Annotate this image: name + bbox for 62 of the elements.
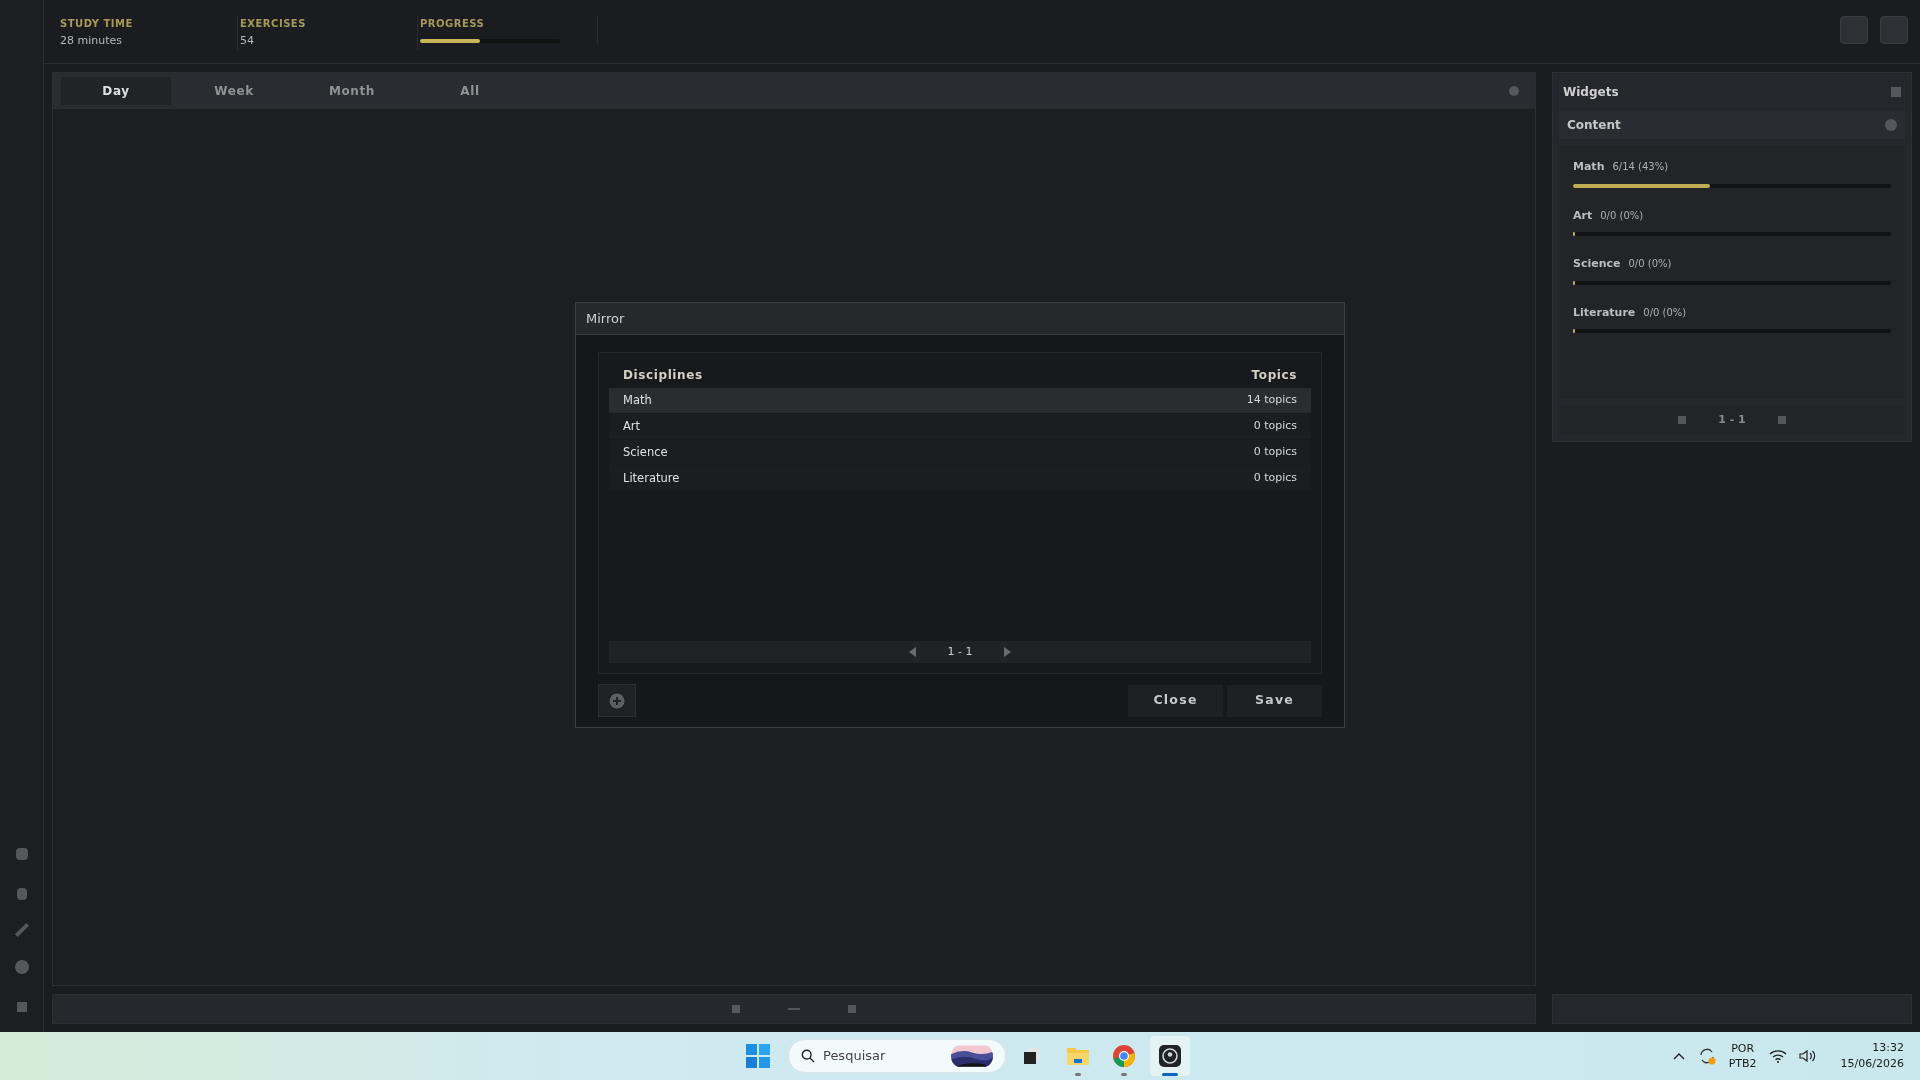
column-header[interactable]: Disciplines [623, 366, 703, 384]
volume-icon[interactable] [1798, 1049, 1817, 1063]
table-cell: 0 topics [1253, 418, 1297, 435]
language-indicator[interactable]: POR PTB2 [1728, 1041, 1757, 1071]
dialog-title: Mirror [586, 309, 625, 328]
page-range: 1 - 1 [947, 643, 973, 660]
subject-name: Science [1573, 256, 1621, 272]
chevron-up-icon[interactable] [1672, 1052, 1685, 1060]
table-cell-text: Math [623, 391, 652, 409]
windows-logo-icon[interactable] [746, 1044, 770, 1068]
dash-icon [788, 1008, 800, 1010]
tab[interactable]: All [415, 77, 525, 105]
add-button[interactable] [598, 684, 636, 717]
table-row[interactable]: Math 14 topics [609, 388, 1311, 413]
running-indicator [1075, 1073, 1081, 1076]
clock-date: 15/06/2026 [1840, 1056, 1904, 1072]
app-icon [1158, 1044, 1182, 1068]
table-cell: 0 topics [1253, 444, 1297, 461]
search-input[interactable]: Pesquisar [823, 1046, 943, 1066]
folder-icon [1066, 1045, 1090, 1067]
section-title: Content [1567, 117, 1621, 134]
tab[interactable]: Day [61, 77, 171, 105]
subject-reading: 0/0 (0%) [1643, 305, 1687, 320]
table-row[interactable]: Literature 0 topics [609, 466, 1311, 491]
browser-icon [1112, 1044, 1136, 1068]
subject-reading: 0/0 (0%) [1600, 208, 1644, 223]
stat-value: 54 [240, 33, 255, 49]
plus-circle-icon [609, 692, 625, 709]
clock[interactable]: 13:32 15/06/2026 [1840, 1040, 1904, 1072]
table-cell: 0 topics [1253, 470, 1297, 487]
dialog-button[interactable]: Close [1128, 684, 1223, 717]
subject-reading: 6/14 (43%) [1612, 160, 1669, 174]
search-icon [801, 1048, 815, 1064]
tab[interactable]: Month [297, 77, 407, 105]
tab[interactable]: Week [179, 77, 289, 105]
stat-label: EXERCISES [240, 17, 307, 31]
dialog-button[interactable]: Save [1227, 684, 1322, 717]
stat-value: 28 minutes [60, 33, 124, 49]
taskbar-app[interactable] [1150, 1036, 1190, 1076]
table-cell-text: Literature [623, 469, 680, 487]
clock-time: 13:32 [1872, 1040, 1904, 1056]
running-indicator [1121, 1073, 1127, 1076]
table-cell-text: Science [623, 443, 668, 461]
stat-label: STUDY TIME [60, 17, 134, 31]
running-indicator [1162, 1073, 1178, 1076]
language-code: POR [1731, 1041, 1755, 1056]
subject-name: Literature [1573, 304, 1636, 321]
wifi-icon[interactable] [1768, 1049, 1787, 1063]
subject-reading: 0/0 (0%) [1628, 257, 1672, 271]
column-header[interactable]: Topics [1251, 366, 1297, 384]
table-row[interactable]: Science 0 topics [609, 440, 1311, 465]
search-bar[interactable]: Pesquisar [788, 1039, 1006, 1073]
subject-name: Art [1573, 207, 1593, 224]
keyboard-layout: PTB2 [1728, 1056, 1757, 1071]
subject-name: Math [1573, 159, 1605, 175]
panel-title: Widgets [1563, 84, 1619, 101]
table-cell: 14 topics [1246, 392, 1297, 409]
windows-icon [1021, 1045, 1043, 1067]
page-range: 1 - 1 [1718, 411, 1746, 428]
table-row[interactable]: Art 0 topics [609, 414, 1311, 439]
stat-label: PROGRESS [420, 17, 486, 31]
table-cell-text: Art [623, 417, 641, 435]
